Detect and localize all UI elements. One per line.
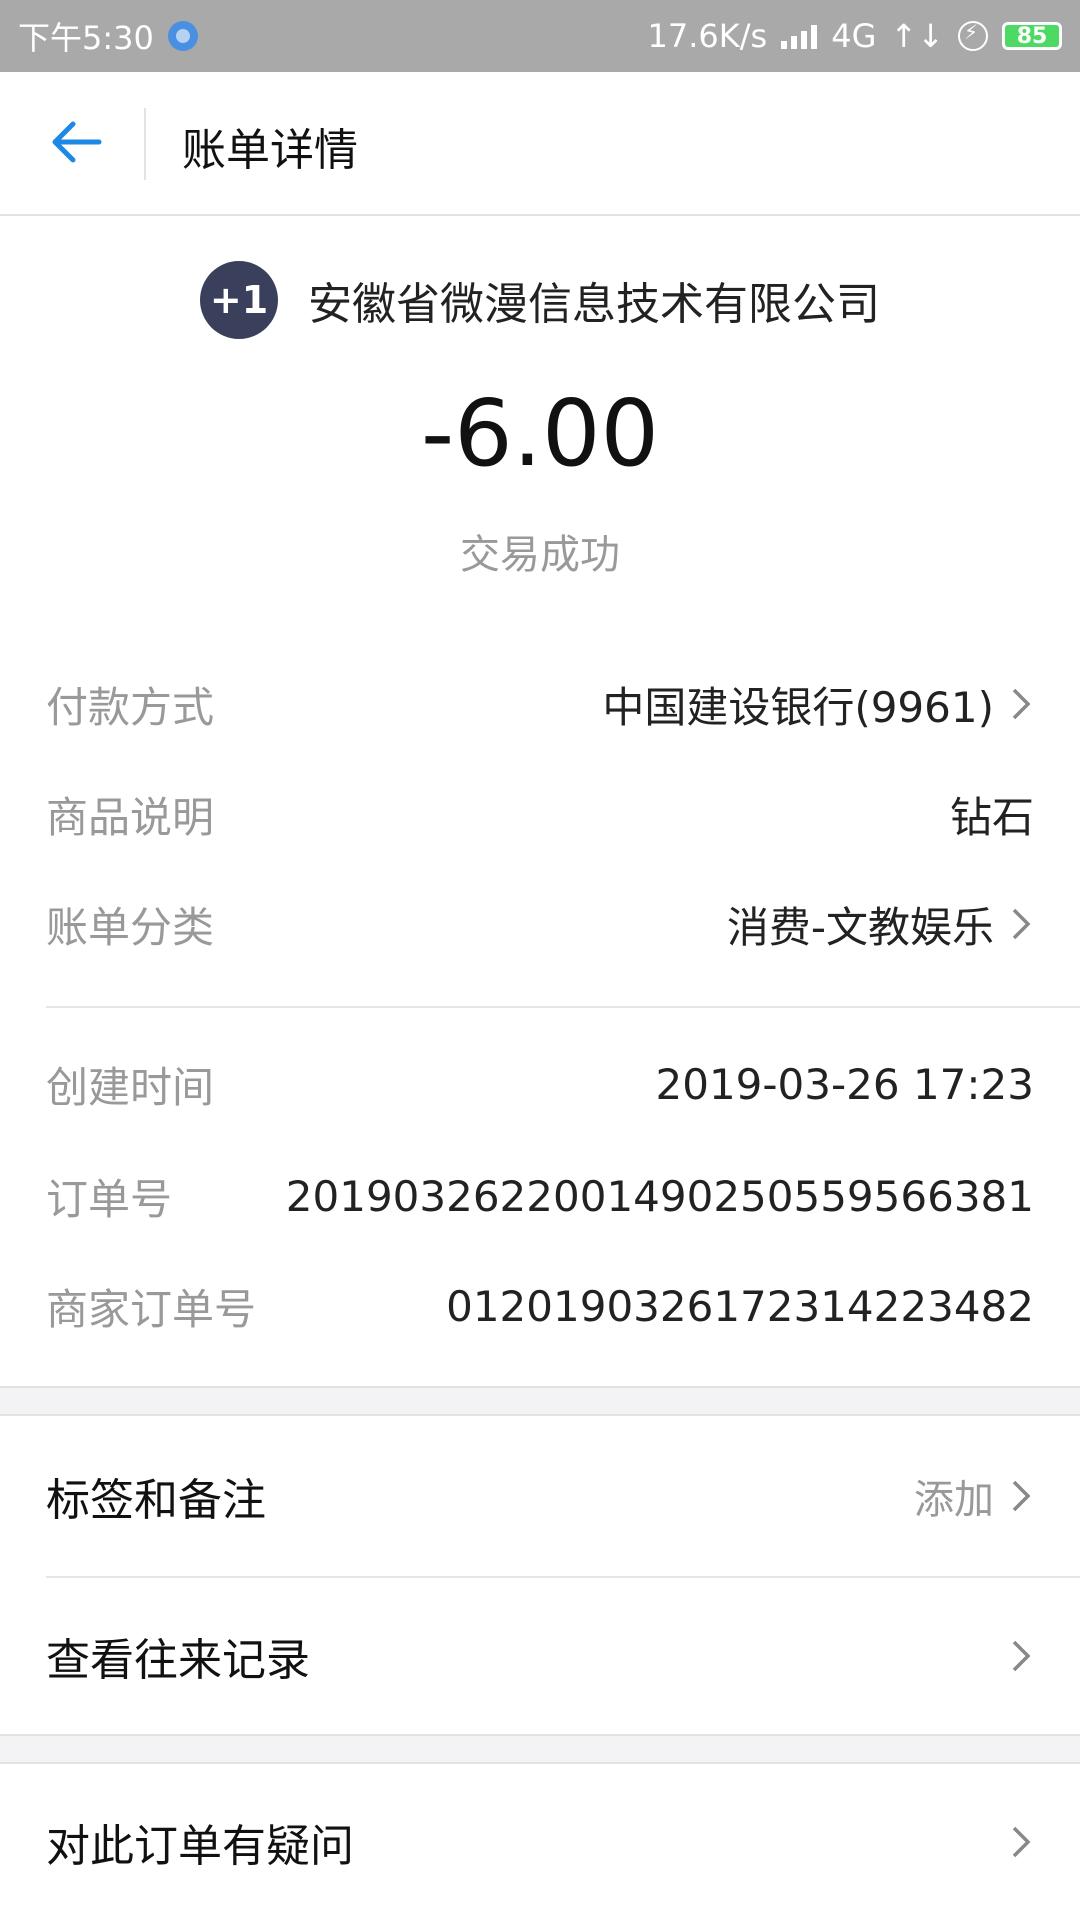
chevron-right-icon [1012,1826,1031,1858]
battery-level: 85 [1016,23,1048,49]
chevron-right-icon [1012,688,1031,720]
header-divider [144,108,146,180]
network-speed: 17.6K/s [647,17,768,55]
detail-row-merchant-order-number: 商家订单号 01201903261723142234​82 [46,1266,1034,1346]
amount: -6.00 [420,380,660,487]
transaction-status: 交易成功 [460,532,620,578]
detail-value: 消费-文教娱乐 [726,902,994,952]
back-arrow-icon [52,121,102,163]
detail-row-product: 商品说明 钻石 [46,774,1034,854]
chevron-right-icon [1012,908,1031,940]
data-arrows-icon: ↑↓ [890,17,944,55]
chevron-right-icon [1012,1640,1031,1672]
status-bar: 下午5:30 17.6K/s 4G ↑↓ 85 [0,0,1080,72]
detail-row-category[interactable]: 账单分类 消费-文教娱乐 [46,884,1034,964]
section-divider [46,1006,1080,1008]
merchant-name: 安徽省微漫信息技术有限公司 [308,279,880,330]
battery-icon: 85 [1002,22,1062,50]
network-type: 4G [831,17,877,55]
merchant-logo-text: +1 [209,278,269,322]
merchant-row: +1 安徽省微漫信息技术有限公司 [0,260,1080,340]
header: 账单详情 [0,72,1080,216]
row-divider [46,1576,1080,1578]
action-label: 查看往来记录 [46,1635,310,1686]
detail-row-payment-method[interactable]: 付款方式 中国建设银行(9961) [46,664,1034,744]
detail-value: 钻石 [949,792,1034,842]
detail-label: 商品说明 [46,792,215,842]
action-label: 对此订单有疑问 [46,1821,354,1872]
detail-row-order-number: 订单号 2019032622001490250559566381 [46,1156,1034,1236]
detail-label: 账单分类 [46,902,215,952]
tags-notes-row[interactable]: 标签和备注 添加 [46,1446,1034,1546]
page-title: 账单详情 [182,125,358,176]
browser-icon [167,21,198,51]
signal-icon [781,23,818,49]
detail-label: 订单号 [46,1174,173,1224]
detail-value: 2019-03-26 17:23 [655,1059,1034,1109]
back-button[interactable] [40,112,110,172]
detail-label: 商家订单号 [46,1284,257,1334]
chevron-right-icon [1012,1480,1031,1512]
detail-value: 中国建设银行(9961) [602,682,994,732]
detail-value: 2019032622001490250559566381 [285,1171,1034,1221]
section-gap [0,1734,1080,1764]
detail-row-create-time: 创建时间 2019-03-26 17:23 [46,1044,1034,1124]
add-tag-link[interactable]: 添加 [914,1467,994,1525]
section-gap [0,1386,1080,1416]
merchant-logo: +1 [200,261,278,339]
view-history-row[interactable]: 查看往来记录 [46,1606,1034,1706]
detail-value: 01201903261723142234​82 [446,1281,1034,1331]
detail-label: 付款方式 [46,682,215,732]
status-time: 下午5:30 [18,19,154,57]
action-label: 标签和备注 [46,1475,266,1526]
order-question-row[interactable]: 对此订单有疑问 [46,1792,1034,1892]
detail-label: 创建时间 [46,1062,215,1112]
charging-icon [958,20,988,51]
